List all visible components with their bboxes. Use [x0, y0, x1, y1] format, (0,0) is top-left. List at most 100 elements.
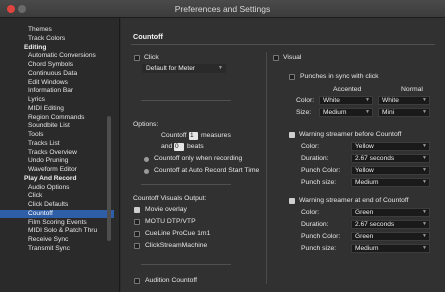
we-punch-color-dropdown[interactable]: Green ▼ [351, 232, 430, 241]
sidebar-scroll-thumb[interactable] [107, 116, 111, 241]
sidebar-item[interactable]: Waveform Editor [0, 166, 114, 175]
sidebar-item[interactable]: Region Commands [0, 114, 114, 123]
wb-color-value: Yellow [355, 143, 374, 150]
we-duration-label: Duration: [301, 221, 329, 228]
visual-size-normal-dropdown[interactable]: Mini ▼ [378, 108, 430, 117]
sidebar-item[interactable]: Information Bar [0, 87, 114, 96]
sidebar-item[interactable]: Tools [0, 131, 114, 140]
sidebar-item[interactable]: Themes [0, 26, 114, 35]
visual-checkbox[interactable] [273, 55, 279, 61]
visual-output-checkbox[interactable] [134, 231, 140, 237]
visual-size-accented-dropdown[interactable]: Medium ▼ [319, 108, 373, 117]
accented-header: Accented [333, 86, 362, 93]
visual-output-checkbox[interactable] [134, 207, 140, 213]
punches-sync-checkbox[interactable] [289, 74, 295, 80]
visual-size-label: Size: [296, 109, 312, 116]
measures-field[interactable]: 1 [189, 132, 198, 140]
sidebar-item[interactable]: MIDI Solo & Patch Thru [0, 227, 114, 236]
wb-punch-color-value: Yellow [355, 167, 374, 174]
visual-output-label: MOTU DTP/VTP [145, 218, 196, 225]
sidebar-item[interactable]: Receive Sync [0, 236, 114, 245]
audition-countoff-label: Audition Countoff [145, 277, 198, 284]
we-duration-dropdown[interactable]: 2.67 seconds ▼ [351, 220, 430, 229]
visuals-output-title: Countoff Visuals Output: [133, 195, 207, 202]
audition-countoff-checkbox[interactable] [134, 278, 140, 284]
chevron-down-icon: ▼ [422, 97, 427, 103]
wb-duration-value: 2.67 seconds [355, 155, 395, 162]
chevron-down-icon: ▼ [422, 179, 427, 185]
sidebar-item[interactable]: Tracks Overview [0, 149, 114, 158]
sidebar-item[interactable]: Soundbite List [0, 122, 114, 131]
warning-before-checkbox[interactable] [289, 132, 295, 138]
wb-color-label: Color: [301, 143, 320, 150]
click-mode-dropdown[interactable]: Default for Meter ▼ [142, 64, 226, 73]
wb-duration-dropdown[interactable]: 2.67 seconds ▼ [351, 154, 430, 163]
visual-color-accented-value: White [323, 97, 340, 104]
we-punch-color-label: Punch Color: [301, 233, 341, 240]
we-punch-size-value: Medium [355, 245, 379, 252]
sidebar-scrollbar[interactable] [107, 58, 111, 288]
sidebar-item[interactable]: Undo Pruning [0, 157, 114, 166]
sidebar-item[interactable]: Film Scoring Events [0, 219, 114, 228]
sidebar-item[interactable]: MIDI Editing [0, 105, 114, 114]
warning-end-checkbox[interactable] [289, 198, 295, 204]
visual-output-label: Movie overlay [145, 206, 187, 213]
wb-punch-color-dropdown[interactable]: Yellow ▼ [351, 166, 430, 175]
sidebar-item[interactable]: Click Defaults [0, 201, 114, 210]
visual-size-normal-value: Mini [382, 109, 395, 116]
we-color-dropdown[interactable]: Green ▼ [351, 208, 430, 217]
wb-punch-size-value: Medium [355, 179, 379, 186]
visual-color-accented-dropdown[interactable]: White ▼ [319, 96, 373, 105]
chevron-down-icon: ▼ [422, 245, 427, 251]
section-title: Countoff [133, 32, 163, 41]
options-title: Options: [133, 121, 159, 128]
click-checkbox[interactable] [134, 55, 140, 61]
warning-end-label: Warning streamer at end of Countoff [299, 197, 409, 204]
sidebar-item[interactable]: Edit Windows [0, 79, 114, 88]
wb-punch-size-dropdown[interactable]: Medium ▼ [351, 178, 430, 187]
sidebar-item[interactable]: Chord Symbols [0, 61, 114, 70]
visual-output-checkbox[interactable] [134, 243, 140, 249]
chevron-down-icon: ▼ [218, 65, 223, 71]
window-title: Preferences and Settings [174, 4, 271, 14]
visual-output-checkbox[interactable] [134, 219, 140, 225]
beats-label: beats [187, 143, 204, 150]
radio-only-recording[interactable] [144, 157, 149, 162]
chevron-down-icon: ▼ [422, 233, 427, 239]
we-punch-size-label: Punch size: [301, 245, 337, 252]
sidebar-group-header[interactable]: Play And Record [0, 175, 114, 184]
sidebar-item[interactable]: Lyrics [0, 96, 114, 105]
section-divider [131, 44, 435, 45]
chevron-down-icon: ▼ [422, 221, 427, 227]
sidebar-item[interactable]: Continuous Data [0, 70, 114, 79]
sidebar-item[interactable]: Transmit Sync [0, 245, 114, 254]
sidebar-item[interactable]: Automatic Conversions [0, 52, 114, 61]
we-punch-size-dropdown[interactable]: Medium ▼ [351, 244, 430, 253]
chevron-down-icon: ▼ [422, 167, 427, 173]
chevron-down-icon: ▼ [422, 155, 427, 161]
sidebar-group-header[interactable]: Editing [0, 44, 114, 53]
we-punch-color-value: Green [355, 233, 374, 240]
sidebar-item[interactable]: Countoff [0, 209, 114, 219]
and-label: and [161, 143, 173, 150]
sidebar-item[interactable]: Click [0, 192, 114, 201]
wb-color-dropdown[interactable]: Yellow ▼ [351, 142, 430, 151]
visual-output-label: CueLine ProCue 1m1 [145, 230, 211, 237]
we-duration-value: 2.67 seconds [355, 221, 395, 228]
warning-before-label: Warning streamer before Countoff [299, 131, 402, 138]
punches-sync-label: Punches in sync with click [300, 73, 379, 80]
chevron-down-icon: ▼ [365, 109, 370, 115]
visuals-divider [141, 184, 231, 185]
radio-auto-record-start[interactable] [144, 169, 149, 174]
visual-color-normal-dropdown[interactable]: White ▼ [378, 96, 430, 105]
radio-only-recording-label: Countoff only when recording [154, 155, 243, 162]
wb-duration-label: Duration: [301, 155, 329, 162]
chevron-down-icon: ▼ [422, 109, 427, 115]
click-label: Click [144, 54, 159, 61]
sidebar-item[interactable]: Audio Options [0, 184, 114, 193]
sidebar-item[interactable]: Tracks List [0, 140, 114, 149]
visual-color-normal-value: White [382, 97, 399, 104]
sidebar-item[interactable]: Track Colors [0, 35, 114, 44]
beats-field[interactable]: 0 [174, 143, 184, 151]
title-bar: Preferences and Settings [0, 0, 445, 18]
